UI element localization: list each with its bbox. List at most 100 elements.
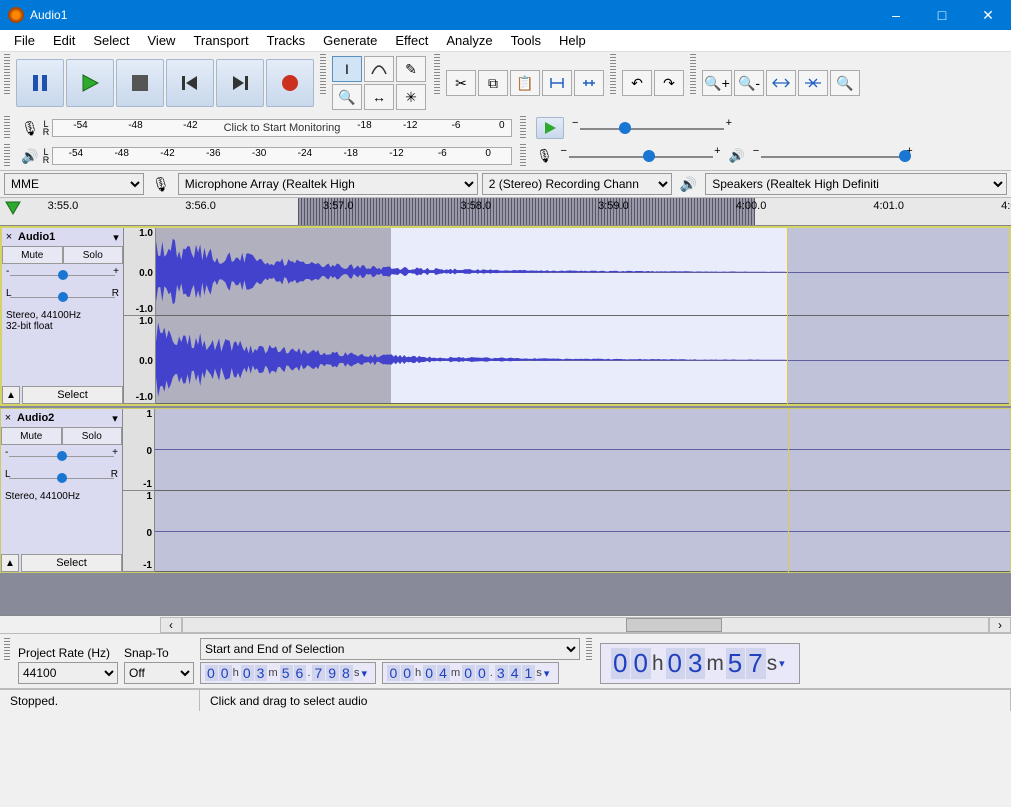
silence-icon[interactable] bbox=[574, 70, 604, 96]
skip-end-button[interactable] bbox=[216, 59, 264, 107]
snap-to-label: Snap-To bbox=[124, 646, 194, 660]
mute-button[interactable]: Mute bbox=[1, 427, 62, 445]
recording-volume-slider[interactable]: −+ bbox=[561, 147, 721, 165]
select-track-button[interactable]: Select bbox=[21, 554, 122, 572]
selection-toolbar: Project Rate (Hz) 44100 Snap-To Off Star… bbox=[0, 634, 1011, 689]
pan-slider[interactable]: LR bbox=[6, 288, 119, 306]
menu-analyze[interactable]: Analyze bbox=[438, 31, 500, 50]
track-audio1[interactable]: ×Audio1▾MuteSolo-+LRStereo, 44100Hz32-bi… bbox=[0, 226, 1011, 406]
audio-host-select[interactable]: MME bbox=[4, 173, 144, 195]
gain-slider[interactable]: -+ bbox=[6, 266, 119, 284]
recording-device-select[interactable]: Microphone Array (Realtek High bbox=[178, 173, 478, 195]
paste-icon[interactable]: 📋 bbox=[510, 70, 540, 96]
menu-edit[interactable]: Edit bbox=[45, 31, 83, 50]
close-button[interactable]: ✕ bbox=[965, 0, 1011, 30]
fit-project-icon[interactable] bbox=[798, 70, 828, 96]
pause-button[interactable] bbox=[16, 59, 64, 107]
transport-toolbar bbox=[14, 57, 316, 109]
meter-channels: LR bbox=[40, 120, 52, 136]
timeline-ruler[interactable]: 3:55.03:56.03:57.03:58.03:59.04:00.04:01… bbox=[0, 198, 1011, 226]
track-vertical-scale[interactable]: 10-110-1 bbox=[123, 409, 155, 572]
track-control-panel: ×Audio2▾MuteSolo-+LRStereo, 44100Hz▲Sele… bbox=[1, 409, 123, 572]
record-button[interactable] bbox=[266, 59, 314, 107]
stop-button[interactable] bbox=[116, 59, 164, 107]
menu-transport[interactable]: Transport bbox=[185, 31, 256, 50]
skip-start-button[interactable] bbox=[166, 59, 214, 107]
menu-help[interactable]: Help bbox=[551, 31, 594, 50]
playback-meter[interactable]: 🔊 LR -54-48-42-36-30-24-18-12-60 bbox=[20, 145, 512, 167]
pan-slider[interactable]: LR bbox=[5, 469, 118, 487]
gain-slider[interactable]: -+ bbox=[5, 447, 118, 465]
window-title: Audio1 bbox=[30, 8, 873, 22]
solo-button[interactable]: Solo bbox=[63, 246, 124, 264]
recording-channels-select[interactable]: 2 (Stereo) Recording Chann bbox=[482, 173, 672, 195]
track-menu-icon[interactable]: ▾ bbox=[109, 231, 123, 244]
track-waveform[interactable] bbox=[155, 409, 1010, 572]
cut-icon[interactable]: ✂ bbox=[446, 70, 476, 96]
solo-button[interactable]: Solo bbox=[62, 427, 123, 445]
snap-to-select[interactable]: Off bbox=[124, 662, 194, 684]
track-menu-icon[interactable]: ▾ bbox=[108, 412, 122, 425]
menu-select[interactable]: Select bbox=[85, 31, 137, 50]
timeshift-tool-icon[interactable]: ↔ bbox=[364, 84, 394, 110]
selection-start-field[interactable]: 00h03m56.798s▾ bbox=[200, 662, 376, 684]
collapse-button[interactable]: ▲ bbox=[2, 386, 20, 404]
select-track-button[interactable]: Select bbox=[22, 386, 123, 404]
title-bar: Audio1 – □ ✕ bbox=[0, 0, 1011, 30]
menu-effect[interactable]: Effect bbox=[387, 31, 436, 50]
playback-device-select[interactable]: Speakers (Realtek High Definiti bbox=[705, 173, 1007, 195]
track-area[interactable]: ×Audio1▾MuteSolo-+LRStereo, 44100Hz32-bi… bbox=[0, 226, 1011, 616]
track-waveform[interactable] bbox=[156, 228, 1009, 404]
undo-icon[interactable]: ↶ bbox=[622, 70, 652, 96]
menu-file[interactable]: File bbox=[6, 31, 43, 50]
status-hint: Click and drag to select audio bbox=[200, 690, 1011, 711]
project-rate-select[interactable]: 44100 bbox=[18, 662, 118, 684]
play-button[interactable] bbox=[66, 59, 114, 107]
trim-icon[interactable] bbox=[542, 70, 572, 96]
audio-position-display[interactable]: 00h03m57s▾ bbox=[600, 643, 800, 684]
undo-toolbar: ↶ ↷ bbox=[620, 68, 686, 98]
draw-tool-icon[interactable]: ✎ bbox=[396, 56, 426, 82]
menu-tools[interactable]: Tools bbox=[503, 31, 549, 50]
scroll-right-icon[interactable]: › bbox=[989, 617, 1011, 633]
selection-end-field[interactable]: 00h04m00.341s▾ bbox=[382, 662, 558, 684]
fit-selection-icon[interactable] bbox=[766, 70, 796, 96]
scroll-left-icon[interactable]: ‹ bbox=[160, 617, 182, 633]
playback-volume-slider[interactable]: −+ bbox=[753, 147, 913, 165]
menu-view[interactable]: View bbox=[140, 31, 184, 50]
project-rate-label: Project Rate (Hz) bbox=[18, 646, 118, 660]
track-name[interactable]: Audio2 bbox=[15, 412, 108, 424]
menu-generate[interactable]: Generate bbox=[315, 31, 385, 50]
track-vertical-scale[interactable]: 1.00.0-1.01.00.0-1.0 bbox=[124, 228, 156, 404]
zoom-out-icon[interactable]: 🔍- bbox=[734, 70, 764, 96]
copy-icon[interactable]: ⧉ bbox=[478, 70, 508, 96]
horizontal-scrollbar[interactable]: ‹ › bbox=[0, 616, 1011, 634]
selection-tool-icon[interactable]: I bbox=[332, 56, 362, 82]
track-name[interactable]: Audio1 bbox=[16, 231, 109, 243]
zoom-in-icon[interactable]: 🔍+ bbox=[702, 70, 732, 96]
playback-speed-slider[interactable]: −+ bbox=[572, 119, 732, 137]
play-head-icon[interactable] bbox=[4, 200, 24, 220]
track-audio2[interactable]: ×Audio2▾MuteSolo-+LRStereo, 44100Hz▲Sele… bbox=[0, 408, 1011, 573]
app-icon bbox=[8, 7, 24, 23]
selection-mode-select[interactable]: Start and End of Selection bbox=[200, 638, 580, 660]
zoom-toolbar: 🔍+ 🔍- 🔍 bbox=[700, 68, 862, 98]
speaker-icon: 🔊 bbox=[676, 176, 701, 193]
minimize-button[interactable]: – bbox=[873, 0, 919, 30]
envelope-tool-icon[interactable] bbox=[364, 56, 394, 82]
mute-button[interactable]: Mute bbox=[2, 246, 63, 264]
track-close-button[interactable]: × bbox=[2, 231, 16, 243]
menu-tracks[interactable]: Tracks bbox=[259, 31, 314, 50]
maximize-button[interactable]: □ bbox=[919, 0, 965, 30]
play-at-speed-button[interactable] bbox=[536, 117, 564, 139]
redo-icon[interactable]: ↷ bbox=[654, 70, 684, 96]
collapse-button[interactable]: ▲ bbox=[1, 554, 19, 572]
track-close-button[interactable]: × bbox=[1, 412, 15, 424]
multi-tool-icon[interactable]: ✳ bbox=[396, 84, 426, 110]
zoom-toggle-icon[interactable]: 🔍 bbox=[830, 70, 860, 96]
zoom-tool-icon[interactable]: 🔍 bbox=[332, 84, 362, 110]
status-state: Stopped. bbox=[0, 690, 200, 711]
device-toolbar: MME 🎙 Microphone Array (Realtek High 2 (… bbox=[0, 171, 1011, 198]
recording-meter[interactable]: 🎙 LR Click to Start Monitoring -54-48-42… bbox=[20, 117, 512, 139]
monitor-hint[interactable]: Click to Start Monitoring bbox=[224, 122, 341, 134]
